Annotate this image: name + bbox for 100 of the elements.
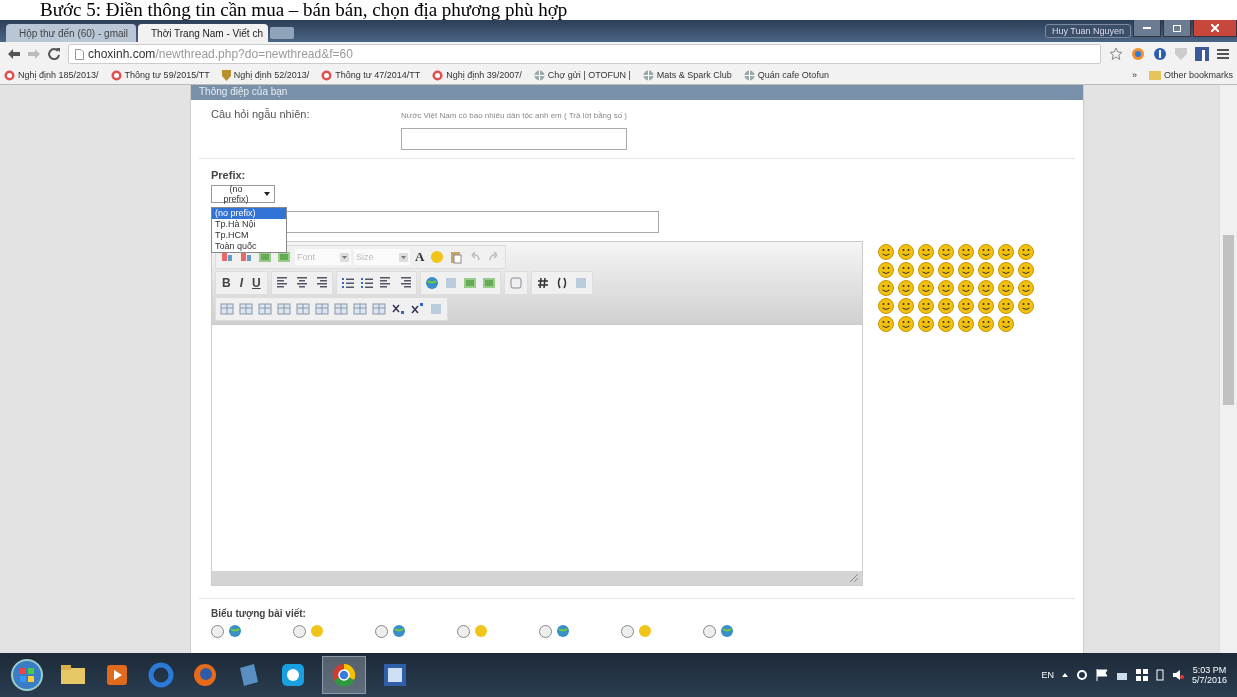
minimize-button[interactable] xyxy=(1133,20,1161,37)
smiley-icon[interactable] xyxy=(917,279,935,297)
smiley-icon[interactable] xyxy=(917,315,935,333)
answer-field[interactable] xyxy=(401,128,627,150)
smiley-icon[interactable] xyxy=(897,315,915,333)
smiley-icon[interactable] xyxy=(1017,279,1035,297)
facebook-icon[interactable] xyxy=(1195,47,1209,61)
smiley-icon[interactable] xyxy=(957,315,975,333)
numbered-list-icon[interactable] xyxy=(339,275,356,291)
clock-date[interactable]: 5/7/2016 xyxy=(1191,675,1227,685)
extension-icon[interactable] xyxy=(1153,47,1167,61)
link-globe-icon[interactable] xyxy=(423,275,440,291)
smiley-icon[interactable] xyxy=(897,297,915,315)
smiley-icon[interactable] xyxy=(1017,243,1035,261)
smiley-icon[interactable] xyxy=(877,279,895,297)
smiley-icon[interactable] xyxy=(917,297,935,315)
smiley-icon[interactable] xyxy=(957,279,975,297)
smiley-icon[interactable] xyxy=(977,279,995,297)
smiley-icon[interactable] xyxy=(937,243,955,261)
bookmark[interactable]: Mats & Spark Club xyxy=(642,69,732,81)
prefix-dropdown[interactable]: (no prefix) xyxy=(211,185,275,203)
extension-icon[interactable] xyxy=(1131,47,1145,61)
scroll-thumb[interactable] xyxy=(1223,235,1234,405)
clock-time[interactable]: 5:03 PM xyxy=(1192,665,1227,675)
caret-icon[interactable] xyxy=(1061,673,1068,677)
paste-icon[interactable] xyxy=(448,249,465,265)
smiley-icon[interactable] xyxy=(937,315,955,333)
dropdown-option[interactable]: Tp.Hà Nội xyxy=(212,219,286,230)
radio-button[interactable] xyxy=(539,624,552,638)
smiley-icon[interactable] xyxy=(937,261,955,279)
smiley-icon[interactable] xyxy=(977,243,995,261)
smiley-icon[interactable] xyxy=(877,297,895,315)
smiley-icon[interactable] xyxy=(957,297,975,315)
smiley-icon[interactable] xyxy=(997,261,1015,279)
language-indicator[interactable]: EN xyxy=(1041,670,1054,680)
battery-icon[interactable] xyxy=(1155,669,1164,681)
scrollbar[interactable] xyxy=(1219,85,1237,653)
grid-icon[interactable] xyxy=(1135,669,1148,681)
star-icon[interactable] xyxy=(1109,47,1123,61)
smiley-icon[interactable] xyxy=(957,243,975,261)
bookmark[interactable]: Chợ gửi | OTOFUN | xyxy=(533,69,631,81)
smiley-icon[interactable] xyxy=(897,261,915,279)
bullet-list-icon[interactable] xyxy=(358,275,375,291)
resize-grip-icon[interactable] xyxy=(850,574,858,582)
globe-ring-icon[interactable] xyxy=(146,660,176,690)
post-icon[interactable] xyxy=(391,623,407,639)
menu-icon[interactable] xyxy=(1217,49,1229,59)
bookmark[interactable]: Nghị định 39/2007/ xyxy=(432,69,522,81)
format-button[interactable]: U xyxy=(249,276,264,290)
more-bookmarks-button[interactable]: » xyxy=(1131,70,1137,80)
smiley-icon[interactable] xyxy=(957,261,975,279)
gear-icon[interactable] xyxy=(1075,669,1088,681)
post-icon[interactable] xyxy=(555,623,571,639)
start-orb-icon[interactable] xyxy=(10,658,44,692)
profile-button[interactable]: Huy Tuan Nguyen xyxy=(1044,24,1131,38)
post-icon[interactable] xyxy=(227,623,243,639)
image-icon[interactable] xyxy=(276,249,292,265)
smiley-icon[interactable] xyxy=(917,261,935,279)
browser-tab[interactable]: Thời Trang Nam - Viết ch xyxy=(138,24,268,42)
maximize-button[interactable] xyxy=(1163,20,1191,37)
font-color-button[interactable]: A xyxy=(413,249,427,265)
smiley-icon[interactable] xyxy=(997,279,1015,297)
speaker-icon[interactable] xyxy=(1171,669,1184,681)
smiley-icon[interactable] xyxy=(897,279,915,297)
smiley-icon[interactable] xyxy=(997,315,1015,333)
format-button[interactable]: I xyxy=(236,276,246,290)
back-icon[interactable] xyxy=(8,49,20,59)
smiley-icon[interactable] xyxy=(937,297,955,315)
radio-button[interactable] xyxy=(293,624,306,638)
radio-button[interactable] xyxy=(457,624,470,638)
browser-tab[interactable]: Hộp thư đến (60) - gmail xyxy=(6,24,136,42)
close-button[interactable] xyxy=(1193,20,1237,37)
flag-icon[interactable] xyxy=(1095,669,1108,681)
bookmark[interactable]: Nghị định 185/2013/ xyxy=(4,69,99,81)
smiley-icon[interactable] xyxy=(937,279,955,297)
smiley-icon[interactable] xyxy=(897,243,915,261)
smiley-icon[interactable] xyxy=(997,297,1015,315)
other-bookmarks[interactable]: Other bookmarks xyxy=(1148,70,1233,80)
radio-button[interactable] xyxy=(621,624,634,638)
address-bar[interactable]: choxinh.com/newthread.php?do=newthread&f=60 xyxy=(68,44,1101,64)
smiley-icon[interactable] xyxy=(977,297,995,315)
smiley-icon[interactable] xyxy=(1017,261,1035,279)
radio-button[interactable] xyxy=(211,624,224,638)
smiley-icon[interactable] xyxy=(997,243,1015,261)
post-icon[interactable] xyxy=(719,623,735,639)
reload-icon[interactable] xyxy=(48,48,60,60)
smiley-icon[interactable] xyxy=(977,261,995,279)
smiley-icon[interactable] xyxy=(1017,297,1035,315)
bookmark[interactable]: Thông tư 59/2015/TT xyxy=(110,69,210,81)
dropdown-option[interactable]: (no prefix) xyxy=(212,208,286,219)
dropdown-option[interactable]: Tp.HCM xyxy=(212,230,286,241)
smiley-icon[interactable] xyxy=(877,243,895,261)
format-button[interactable]: B xyxy=(219,276,234,290)
radio-button[interactable] xyxy=(375,624,388,638)
bookmark[interactable]: Nghị định 52/2013/ xyxy=(221,69,310,81)
smiley-icon[interactable] xyxy=(977,315,995,333)
bookmark[interactable]: Thông tư 47/2014/TT xyxy=(321,69,421,81)
radio-button[interactable] xyxy=(703,624,716,638)
smiley-icon[interactable] xyxy=(877,261,895,279)
smiley-icon[interactable] xyxy=(917,243,935,261)
